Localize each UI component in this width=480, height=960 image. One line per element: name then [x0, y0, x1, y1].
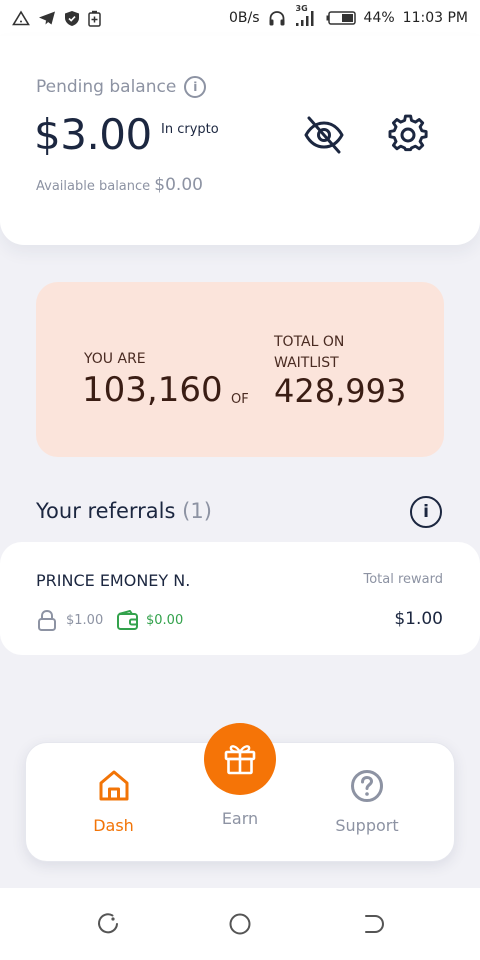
recents-icon [98, 913, 118, 934]
referral-name: PRINCE EMONEY N. [36, 571, 191, 590]
locked-amount: $1.00 [66, 612, 104, 628]
settings-button[interactable] [387, 114, 429, 156]
nav-label-earn[interactable]: Earn [208, 809, 272, 828]
referrals-title: Your referrals [36, 499, 176, 523]
recents-button[interactable] [96, 912, 120, 936]
waitlist-total: 428,993 [274, 372, 407, 410]
earn-button[interactable] [204, 723, 276, 795]
waitlist-you-label: YOU ARE [84, 351, 146, 367]
nav-item-support[interactable]: Support [330, 769, 404, 835]
alert-triangle-icon [12, 10, 30, 26]
pending-balance-amount: $3.00 [34, 110, 152, 159]
telegram-icon [38, 10, 56, 26]
network-speed: 0B/s [229, 10, 260, 26]
nav-label-support: Support [335, 816, 399, 835]
wallet-icon [117, 610, 138, 630]
gear-icon [388, 114, 428, 152]
referrals-heading: Your referrals (1) [36, 499, 212, 523]
battery-percent: 44% [363, 10, 395, 26]
status-bar: 0B/s 3G 44% 11:03 PM [0, 0, 480, 36]
hide-balance-button[interactable] [303, 116, 345, 154]
help-circle-icon [351, 770, 383, 802]
waitlist-total-label: TOTAL ON WAITLIST [274, 334, 345, 371]
locked-reward: $1.00 [36, 609, 103, 631]
referrals-count: (1) [182, 499, 212, 523]
referrals-info-icon[interactable]: i [410, 496, 442, 528]
total-reward-label: Total reward [363, 572, 443, 587]
home-button[interactable] [228, 912, 252, 936]
nav-item-dash[interactable]: Dash [86, 769, 141, 835]
available-balance-amount: $0.00 [154, 175, 203, 195]
info-icon[interactable]: i [184, 76, 207, 98]
gift-icon [224, 745, 256, 775]
headset-icon [268, 10, 286, 27]
pending-balance-text: Pending balance [36, 77, 177, 97]
battery-icon [326, 11, 356, 25]
home-icon [99, 770, 128, 801]
nav-label-dash: Dash [93, 816, 134, 835]
available-balance-label: Available balance [36, 179, 151, 194]
battery-saver-icon [88, 10, 101, 27]
back-icon [365, 915, 384, 933]
home-circle-icon [229, 913, 251, 935]
wallet-reward: $0.00 [116, 609, 183, 631]
signal-icon: 3G [294, 4, 318, 27]
pending-balance-label: Pending balance i [36, 76, 207, 98]
balance-card: Pending balance i $3.00 In crypto Availa… [0, 36, 480, 245]
shield-icon [64, 10, 80, 27]
eye-off-icon [304, 116, 344, 154]
total-reward-value: $1.00 [394, 609, 443, 629]
system-nav-bar [0, 888, 480, 960]
available-balance: Available balance $0.00 [36, 175, 203, 195]
lock-icon [38, 609, 56, 631]
clock: 11:03 PM [402, 10, 468, 26]
signal-label: 3G [295, 4, 308, 13]
wallet-amount: $0.00 [146, 612, 184, 628]
waitlist-position: 103,160 [82, 370, 223, 410]
waitlist-of-label: OF [231, 392, 249, 407]
list-item[interactable]: PRINCE EMONEY N. Total reward $1.00 $0.0… [0, 542, 480, 655]
status-bar-left [12, 10, 101, 27]
waitlist-card: YOU ARE 103,160 OF TOTAL ON WAITLIST 428… [36, 282, 444, 457]
back-button[interactable] [362, 912, 386, 936]
balance-unit-label: In crypto [161, 122, 219, 137]
status-bar-right: 0B/s 3G 44% 11:03 PM [229, 4, 468, 27]
